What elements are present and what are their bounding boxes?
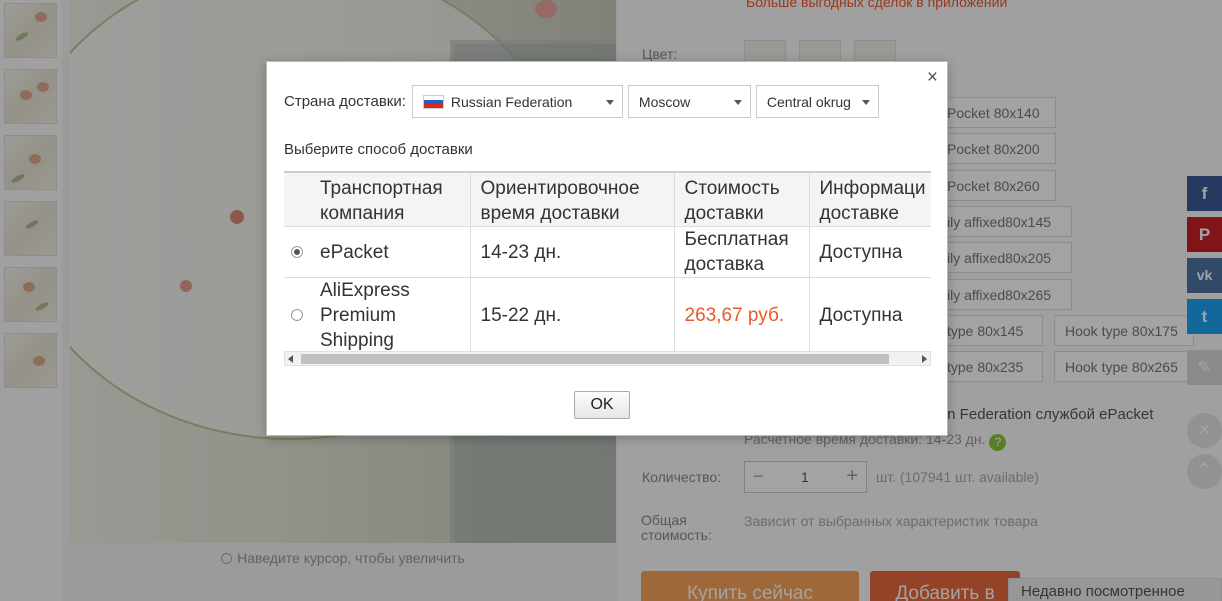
radio-cell[interactable] [284, 226, 310, 278]
country-label: Страна доставки: [284, 93, 406, 110]
country-value: Russian Federation [450, 94, 573, 110]
russia-flag-icon [422, 95, 444, 109]
info-cell: Доступна [809, 226, 931, 278]
column-header-time: Ориентировочное время доставки [470, 173, 675, 227]
radio-column-header [284, 173, 310, 227]
city-value: Moscow [638, 94, 691, 110]
horizontal-scrollbar[interactable] [284, 351, 931, 366]
shipping-method-dialog: × Страна доставки: Russian Federation Mo… [266, 61, 948, 436]
info-cell: Доступна [809, 277, 931, 352]
table-row[interactable]: ePacket 14-23 дн. Бесплатная доставка До… [284, 226, 931, 278]
column-header-cost: Стоимость доставки [674, 173, 810, 227]
radio-button-selected[interactable] [291, 245, 303, 258]
city-select[interactable]: Moscow [627, 85, 751, 118]
scroll-right-icon[interactable] [922, 355, 927, 363]
region-value: Central okrug [766, 94, 851, 110]
column-header-company: Транспортная компания [310, 173, 471, 227]
shipping-table: Транспортная компания Ориентировочное вр… [284, 173, 931, 352]
delivery-location-row: Страна доставки: Russian Federation Mosc… [284, 85, 884, 118]
region-select[interactable]: Central okrug [755, 85, 879, 118]
scrollbar-thumb[interactable] [301, 354, 889, 364]
time-cell: 15-22 дн. [470, 277, 675, 352]
table-row[interactable]: AliExpress Premium Shipping 15-22 дн. 26… [284, 277, 931, 352]
chevron-down-icon [733, 100, 742, 105]
time-cell: 14-23 дн. [470, 226, 675, 278]
close-icon[interactable]: × [927, 67, 938, 89]
country-select[interactable]: Russian Federation [411, 85, 623, 118]
chevron-down-icon [861, 100, 870, 105]
ok-button[interactable]: OK [574, 391, 630, 419]
cost-cell: Бесплатная доставка [674, 226, 810, 278]
section-title: Выберите способ доставки [284, 141, 473, 158]
cost-cell: 263,67 руб. [674, 277, 810, 352]
company-cell: ePacket [310, 226, 471, 278]
radio-button[interactable] [291, 309, 303, 321]
chevron-down-icon [605, 100, 614, 105]
scroll-left-icon[interactable] [288, 355, 293, 363]
company-cell: AliExpress Premium Shipping [310, 277, 471, 352]
column-header-info: Информаци о доставке [809, 173, 931, 227]
shipping-table-container: Транспортная компания Ориентировочное вр… [284, 171, 931, 352]
radio-cell[interactable] [284, 277, 310, 352]
